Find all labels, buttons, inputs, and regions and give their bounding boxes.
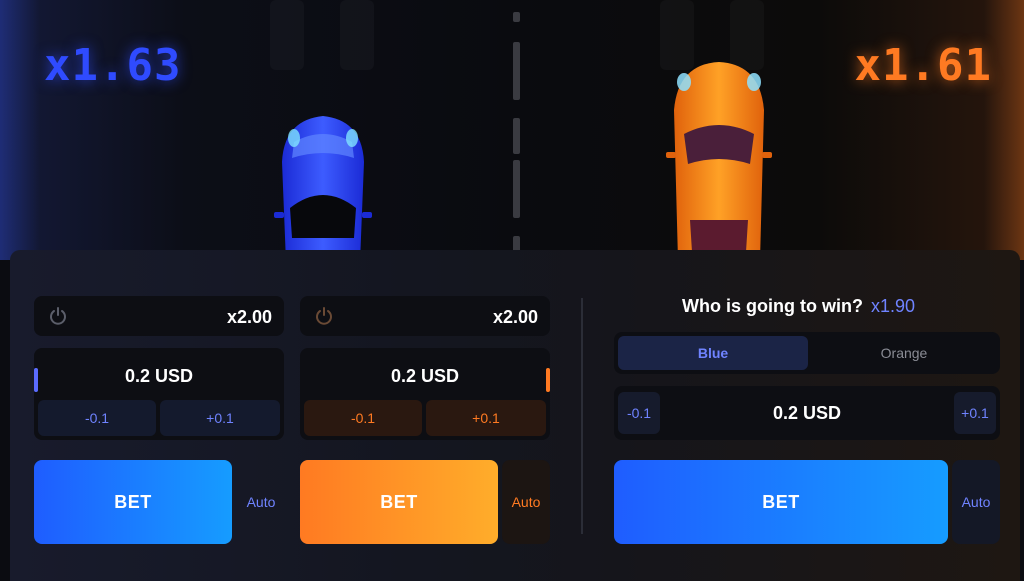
winner-bet-amount[interactable]: 0.2 USD [614, 403, 1000, 424]
blue-auto-button[interactable]: Auto [236, 460, 286, 544]
blue-bet-amount[interactable]: 0.2 USD [34, 366, 284, 387]
blue-bet-button[interactable]: BET [34, 460, 232, 544]
blue-auto-cashout-field[interactable]: x2.00 [34, 296, 284, 336]
orange-auto-cashout-value: x2.00 [492, 307, 538, 327]
power-icon[interactable] [314, 306, 334, 326]
orange-car [666, 62, 772, 260]
orange-lane-glow [984, 0, 1024, 260]
winner-option-orange[interactable]: Orange [812, 336, 996, 370]
orange-decrease-button[interactable]: -0.1 [304, 400, 422, 436]
winner-amount-box: -0.1 0.2 USD +0.1 [614, 386, 1000, 440]
lane-divider-dash [513, 42, 520, 100]
race-track: x1.63 x1.61 [0, 0, 1024, 260]
orange-amount-box: 0.2 USD -0.1 +0.1 [300, 348, 550, 440]
blue-lane-glow [0, 0, 40, 260]
blue-car-multiplier: x1.63 [44, 40, 182, 91]
power-icon[interactable] [48, 306, 68, 326]
lane-divider-dash [513, 12, 520, 22]
winner-bet-button[interactable]: BET [614, 460, 948, 544]
lane-divider-dash [513, 160, 520, 218]
winner-auto-button[interactable]: Auto [952, 460, 1000, 544]
track-shadow [340, 0, 374, 70]
orange-increase-button[interactable]: +0.1 [426, 400, 546, 436]
blue-car [274, 116, 372, 260]
winner-question: Who is going to win? x1.90 [682, 296, 915, 317]
blue-amount-box: 0.2 USD -0.1 +0.1 [34, 348, 284, 440]
orange-car-multiplier: x1.61 [854, 40, 992, 91]
orange-bet-amount[interactable]: 0.2 USD [300, 366, 550, 387]
panel-divider [581, 298, 583, 534]
winner-selector: Blue Orange [614, 332, 1000, 374]
blue-decrease-button[interactable]: -0.1 [38, 400, 156, 436]
winner-increase-button[interactable]: +0.1 [954, 392, 996, 434]
winner-option-blue[interactable]: Blue [618, 336, 808, 370]
lane-divider-dash [513, 118, 520, 154]
blue-auto-cashout-value: x2.00 [226, 307, 272, 327]
track-shadow [270, 0, 304, 70]
orange-bet-button[interactable]: BET [300, 460, 498, 544]
orange-auto-button[interactable]: Auto [502, 460, 550, 544]
winner-odds: x1.90 [870, 296, 916, 316]
orange-auto-cashout-field[interactable]: x2.00 [300, 296, 550, 336]
winner-question-text: Who is going to win? [682, 296, 863, 316]
blue-increase-button[interactable]: +0.1 [160, 400, 280, 436]
